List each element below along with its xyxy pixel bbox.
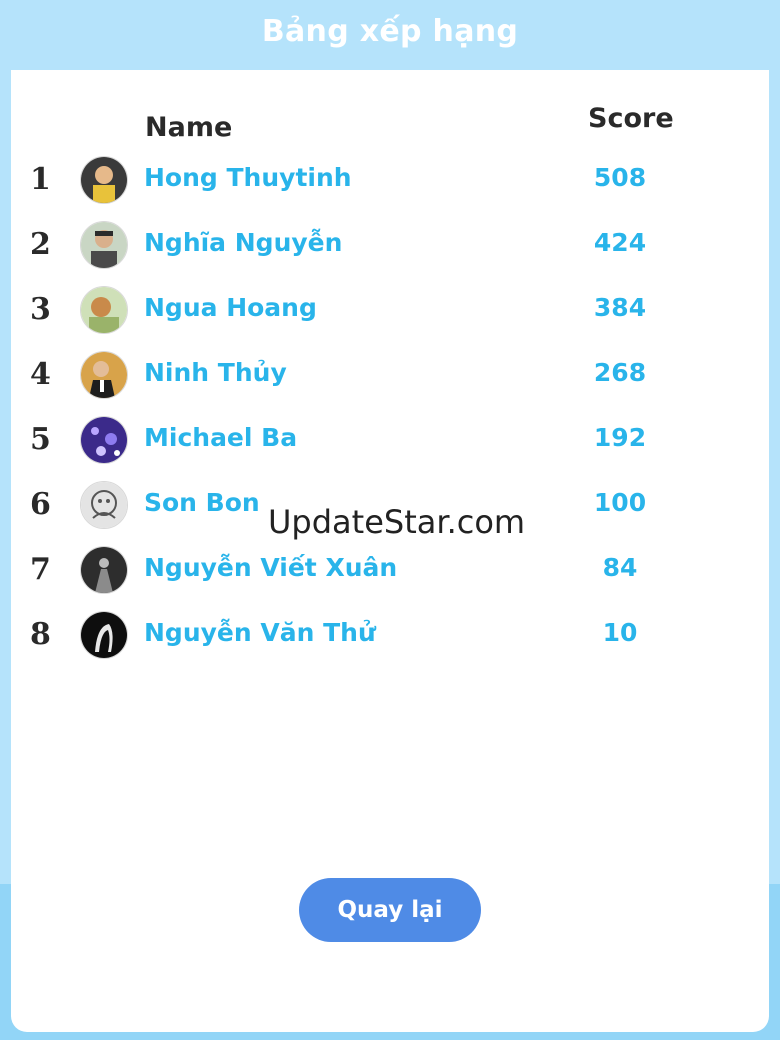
player-score: 84 — [602, 553, 638, 582]
player-name: Ninh Thủy — [144, 358, 287, 387]
leaderboard-row: 3 Ngua Hoang 384 — [0, 286, 780, 351]
user-avatar-icon — [80, 416, 128, 464]
leaderboard-row: 1 Hong Thuytinh 508 — [0, 156, 780, 221]
player-score: 424 — [593, 228, 647, 257]
player-name: Michael Ba — [144, 423, 298, 452]
leaderboard-row: 5 Michael Ba 192 — [0, 416, 780, 481]
user-avatar-icon — [80, 286, 128, 334]
leaderboard-row: 7 Nguyễn Viết Xuân 84 — [0, 546, 780, 611]
player-name: Son Bon — [144, 488, 260, 517]
rank-number: 4 — [30, 357, 51, 392]
player-score: 508 — [593, 163, 647, 192]
user-avatar-icon — [80, 351, 128, 399]
leaderboard-row: 4 Ninh Thủy 268 — [0, 351, 780, 416]
rank-number: 3 — [30, 292, 51, 327]
player-name: Nguyễn Văn Thử — [144, 618, 376, 647]
column-header-score: Score — [588, 103, 674, 134]
player-score: 192 — [593, 423, 647, 452]
watermark-text: UpdateStar.com — [268, 503, 526, 541]
player-score: 100 — [593, 488, 647, 517]
player-score: 268 — [593, 358, 647, 387]
leaderboard-row: 2 Nghĩa Nguyễn 424 — [0, 221, 780, 286]
player-name: Hong Thuytinh — [144, 163, 352, 192]
rank-number: 6 — [30, 487, 51, 522]
user-avatar-icon — [80, 481, 128, 529]
user-avatar-icon — [80, 546, 128, 594]
user-avatar-icon — [80, 156, 128, 204]
rank-number: 1 — [30, 162, 51, 197]
column-header-name: Name — [145, 112, 233, 143]
header: Bảng xếp hạng — [0, 0, 780, 70]
rank-number: 7 — [30, 552, 51, 587]
user-avatar-icon — [80, 221, 128, 269]
rank-number: 5 — [30, 422, 51, 457]
player-name: Ngua Hoang — [144, 293, 317, 322]
page-title: Bảng xếp hạng — [261, 14, 519, 49]
leaderboard-row: 8 Nguyễn Văn Thử 10 — [0, 611, 780, 676]
rank-number: 2 — [30, 227, 51, 262]
player-score: 10 — [602, 618, 638, 647]
user-avatar-icon — [80, 611, 128, 659]
back-button[interactable]: Quay lại — [299, 878, 481, 942]
player-name: Nguyễn Viết Xuân — [144, 553, 398, 582]
rank-number: 8 — [30, 617, 51, 652]
player-name: Nghĩa Nguyễn — [144, 228, 343, 257]
player-score: 384 — [593, 293, 647, 322]
